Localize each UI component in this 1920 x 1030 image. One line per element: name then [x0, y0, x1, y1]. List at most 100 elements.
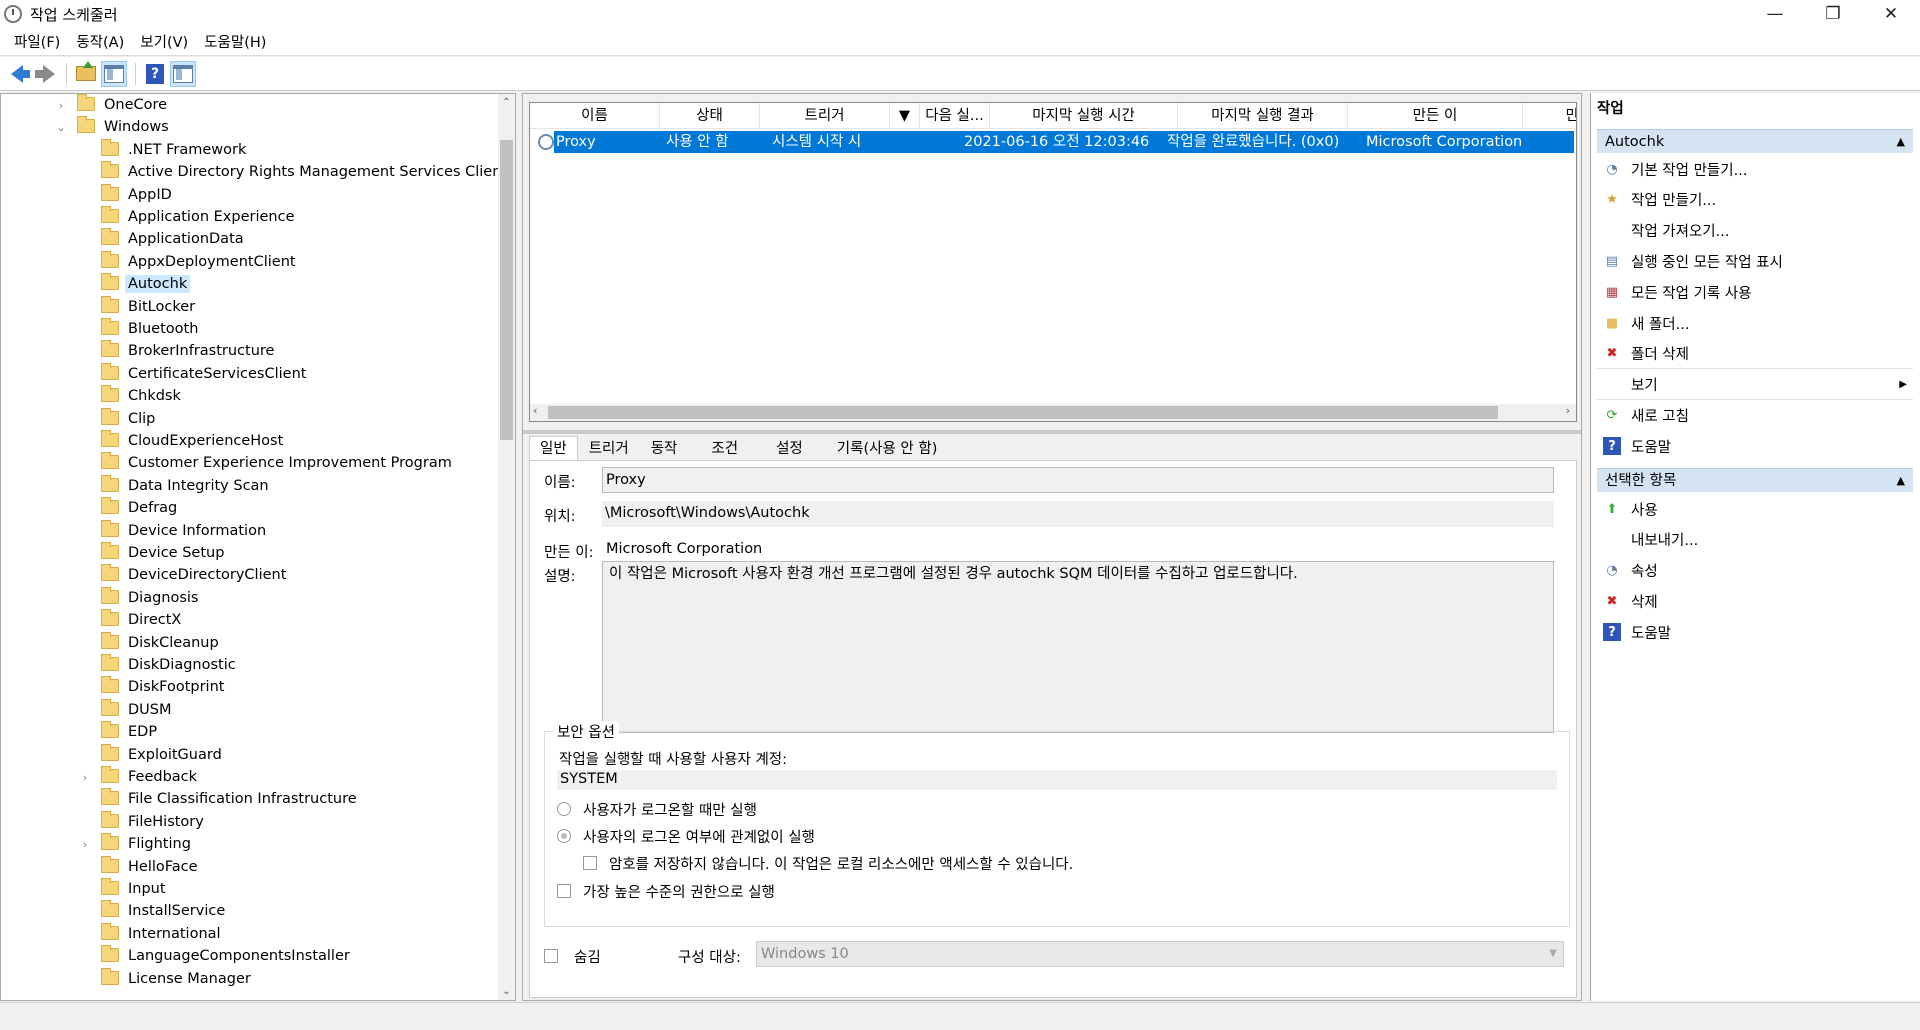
- tree-item[interactable]: Device Setup: [101, 542, 227, 564]
- tree-item[interactable]: CloudExperienceHost: [101, 430, 286, 452]
- radio-logged-on-only[interactable]: [557, 802, 571, 816]
- tab-settings[interactable]: 설정: [761, 436, 826, 460]
- tree-item[interactable]: › Feedback: [83, 766, 200, 788]
- collapse-up-icon[interactable]: ▲: [1897, 469, 1905, 493]
- pane-splitter[interactable]: [523, 430, 1581, 434]
- column-header-name[interactable]: 이름: [530, 103, 660, 129]
- tree-item[interactable]: DUSM: [101, 698, 175, 721]
- scroll-right-icon[interactable]: ›: [1566, 404, 1570, 417]
- action-item[interactable]: 작업 가져오기...: [1597, 219, 1913, 243]
- column-header-created[interactable]: 만: [1523, 103, 1576, 129]
- back-button[interactable]: [4, 61, 30, 87]
- menu-view[interactable]: 보기(V): [132, 31, 196, 52]
- tree-item[interactable]: AppxDeploymentClient: [101, 250, 299, 273]
- collapse-icon[interactable]: ⌄: [55, 121, 67, 134]
- tree-item[interactable]: Autochk: [101, 273, 191, 295]
- column-header-trigger[interactable]: 트리거: [760, 103, 890, 129]
- column-header-status[interactable]: 상태: [660, 103, 760, 129]
- tree-item[interactable]: DiskFootprint: [101, 676, 227, 698]
- tree-item[interactable]: File Classification Infrastructure: [101, 788, 360, 810]
- menu-help[interactable]: 도움말(H): [196, 31, 274, 52]
- tree-item[interactable]: CertificateServicesClient: [101, 362, 309, 385]
- expand-icon[interactable]: ›: [55, 99, 67, 112]
- sort-dropdown-icon[interactable]: ▼: [890, 103, 920, 129]
- action-item[interactable]: ★ 작업 만들기...: [1597, 188, 1913, 212]
- tree-item[interactable]: BrokerInfrastructure: [101, 340, 277, 362]
- tree-item[interactable]: ApplicationData: [101, 228, 247, 250]
- tree-vscrollbar[interactable]: ⌃ ⌄: [498, 94, 515, 1000]
- action-item[interactable]: ✖ 삭제: [1597, 589, 1913, 613]
- tree-item[interactable]: › Flighting: [83, 833, 194, 855]
- minimize-button[interactable]: —: [1746, 0, 1804, 28]
- name-field[interactable]: Proxy: [602, 467, 1554, 493]
- expand-icon[interactable]: ›: [79, 838, 91, 851]
- tree-item[interactable]: .NET Framework: [101, 138, 249, 161]
- tree-item[interactable]: InstallService: [101, 900, 228, 922]
- tree-item[interactable]: Active Directory Rights Management Servi…: [101, 161, 510, 183]
- checkbox-hidden[interactable]: [544, 949, 558, 963]
- tree-item[interactable]: HelloFace: [101, 855, 201, 878]
- tree-item[interactable]: Diagnosis: [101, 586, 201, 609]
- tree-item[interactable]: Device Information: [101, 519, 269, 542]
- tree-item[interactable]: Clip: [101, 407, 158, 430]
- tree-item[interactable]: BitLocker: [101, 295, 198, 318]
- actions-section-header[interactable]: 선택한 항목 ▲: [1597, 468, 1913, 492]
- column-header-author[interactable]: 만든 이: [1348, 103, 1523, 129]
- description-field[interactable]: 이 작업은 Microsoft 사용자 환경 개선 프로그램에 설정된 경우 a…: [602, 561, 1554, 733]
- tree-item[interactable]: DiskDiagnostic: [101, 654, 239, 676]
- scroll-up-icon[interactable]: ⌃: [498, 94, 515, 111]
- tree-item[interactable]: Bluetooth: [101, 318, 201, 340]
- tree-item[interactable]: AppID: [101, 183, 175, 206]
- tree-item[interactable]: Data Integrity Scan: [101, 474, 272, 497]
- tree-item[interactable]: › OneCore: [59, 94, 170, 116]
- action-item[interactable]: ⬆ 사용: [1597, 497, 1913, 521]
- action-item[interactable]: ◔ 기본 작업 만들기...: [1597, 157, 1913, 181]
- checkbox-highest-privileges[interactable]: [557, 884, 571, 898]
- location-field[interactable]: \Microsoft\Windows\Autochk: [602, 501, 1554, 527]
- column-header-last-result[interactable]: 마지막 실행 결과: [1178, 103, 1348, 129]
- task-list-hscrollbar[interactable]: ‹ ›: [530, 404, 1576, 421]
- tab-triggers[interactable]: 트리거: [578, 436, 640, 460]
- column-header-last-run[interactable]: 마지막 실행 시간: [990, 103, 1178, 129]
- tab-general[interactable]: 일반: [529, 436, 578, 460]
- folder-tree[interactable]: › OneCore ⌄ Windows .NET Framework Active Dir…: [0, 93, 516, 1001]
- tree-item[interactable]: ⌄ Windows: [56, 116, 172, 138]
- tree-item[interactable]: ExploitGuard: [101, 743, 225, 766]
- up-folder-button[interactable]: [73, 61, 99, 87]
- tab-conditions[interactable]: 조건: [688, 436, 761, 460]
- configure-for-select[interactable]: Windows 10 ▼: [756, 941, 1564, 967]
- action-item[interactable]: ▤ 실행 중인 모든 작업 표시: [1597, 249, 1913, 273]
- action-item[interactable]: ■ 새 폴더...: [1597, 311, 1913, 335]
- tree-item[interactable]: DirectX: [101, 609, 184, 631]
- help-button[interactable]: ?: [142, 61, 168, 87]
- tree-item[interactable]: Customer Experience Improvement Program: [101, 452, 455, 474]
- radio-whether-logged-on[interactable]: [557, 829, 571, 843]
- action-item[interactable]: ▦ 모든 작업 기록 사용: [1597, 280, 1913, 304]
- scroll-thumb[interactable]: [548, 406, 1498, 419]
- task-list[interactable]: 이름 상태 트리거 ▼ 다음 실... 마지막 실행 시간 마지막 실행 결과 …: [529, 102, 1577, 422]
- column-header-next-run[interactable]: 다음 실...: [920, 103, 990, 129]
- tree-item[interactable]: DiskCleanup: [101, 631, 222, 654]
- action-item[interactable]: ⟳ 새로 고침: [1597, 403, 1913, 427]
- table-row[interactable]: Proxy 사용 안 함 시스템 시작 시 2021-06-16 오전 12:0…: [554, 131, 1574, 153]
- action-item[interactable]: 보기 ▶: [1597, 373, 1913, 397]
- checkbox-no-password[interactable]: [583, 856, 597, 870]
- menu-action[interactable]: 동작(A): [68, 31, 132, 52]
- scroll-down-icon[interactable]: ⌄: [498, 983, 515, 1000]
- action-item[interactable]: ? 도움말: [1597, 620, 1913, 644]
- tree-item[interactable]: International: [101, 922, 224, 945]
- tree-item[interactable]: Chkdsk: [101, 385, 184, 407]
- tree-item[interactable]: Input: [101, 878, 169, 900]
- restore-button[interactable]: ❐: [1804, 0, 1862, 28]
- action-item[interactable]: 내보내기...: [1597, 528, 1913, 552]
- scroll-left-icon[interactable]: ‹: [533, 404, 537, 417]
- actions-section-header[interactable]: Autochk ▲: [1597, 129, 1913, 153]
- tab-actions[interactable]: 동작: [640, 436, 689, 460]
- action-item[interactable]: ✖ 폴더 삭제: [1597, 342, 1913, 366]
- tree-item[interactable]: License Manager: [101, 967, 254, 990]
- tree-item[interactable]: LanguageComponentsInstaller: [101, 945, 353, 967]
- tree-item[interactable]: FileHistory: [101, 810, 207, 833]
- tree-item[interactable]: DeviceDirectoryClient: [101, 564, 289, 586]
- forward-button[interactable]: [32, 61, 58, 87]
- collapse-up-icon[interactable]: ▲: [1897, 130, 1905, 154]
